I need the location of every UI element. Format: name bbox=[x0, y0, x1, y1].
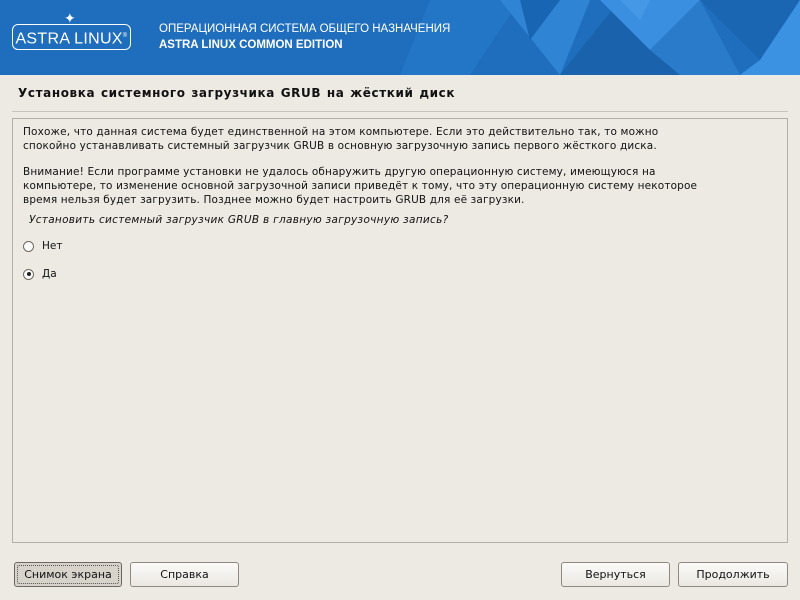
astra-linux-logo: ASTRA LINUX® bbox=[12, 24, 131, 50]
logo-registered-mark: ® bbox=[122, 33, 128, 39]
help-button-label: Справка bbox=[160, 568, 209, 581]
screenshot-button[interactable]: Снимок экрана bbox=[14, 562, 122, 587]
header-banner: ✦ ASTRA LINUX® ОПЕРАЦИОННАЯ СИСТЕМА ОБЩЕ… bbox=[0, 0, 800, 75]
logo-text: ASTRA LINUX bbox=[15, 30, 123, 48]
option-no[interactable]: Нет bbox=[23, 238, 62, 254]
warning-paragraph: Внимание! Если программе установки не уд… bbox=[23, 166, 698, 206]
option-yes-label: Да bbox=[42, 268, 57, 280]
focus-ring bbox=[17, 565, 119, 584]
banner-subtitle: ASTRA LINUX COMMON EDITION bbox=[159, 39, 343, 51]
banner-title: ОПЕРАЦИОННАЯ СИСТЕМА ОБЩЕГО НАЗНАЧЕНИЯ bbox=[159, 23, 451, 35]
radio-yes[interactable] bbox=[23, 268, 34, 280]
page-title: Установка системного загрузчика GRUB на … bbox=[18, 86, 456, 100]
content-panel: Похоже, что данная система будет единств… bbox=[12, 118, 788, 543]
info-paragraph: Похоже, что данная система будет единств… bbox=[23, 126, 659, 152]
continue-button[interactable]: Продолжить bbox=[678, 562, 788, 587]
installer-window: ✦ ASTRA LINUX® ОПЕРАЦИОННАЯ СИСТЕМА ОБЩЕ… bbox=[0, 0, 800, 600]
option-yes[interactable]: Да bbox=[23, 266, 57, 282]
help-button[interactable]: Справка bbox=[130, 562, 239, 587]
question-prompt: Установить системный загрузчик GRUB в гл… bbox=[29, 214, 449, 226]
radio-no[interactable] bbox=[23, 240, 34, 252]
back-button-label: Вернуться bbox=[585, 568, 646, 581]
continue-button-label: Продолжить bbox=[696, 568, 770, 581]
back-button[interactable]: Вернуться bbox=[561, 562, 670, 587]
option-no-label: Нет bbox=[42, 240, 63, 252]
title-divider bbox=[12, 111, 788, 112]
